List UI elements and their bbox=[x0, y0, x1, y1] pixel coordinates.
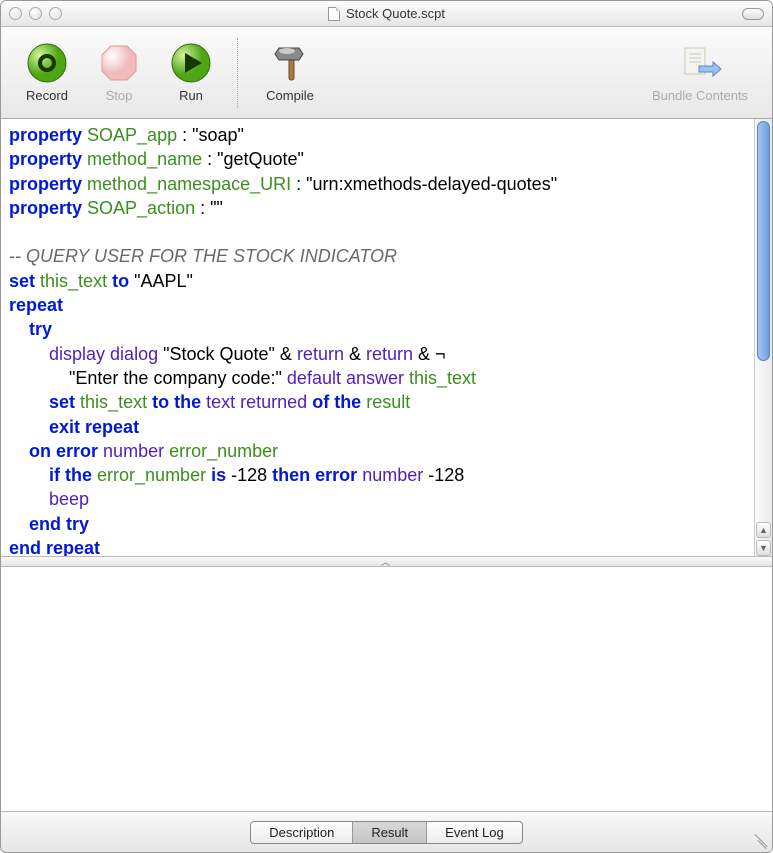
titlebar[interactable]: Stock Quote.scpt bbox=[1, 1, 772, 27]
tab-description[interactable]: Description bbox=[251, 822, 353, 843]
toolbar: Record Stop Run bbox=[1, 27, 772, 119]
scroll-up-button[interactable]: ▲ bbox=[756, 522, 771, 538]
vertical-scrollbar[interactable]: ▲ ▼ bbox=[754, 119, 772, 556]
toolbar-separator bbox=[237, 38, 238, 108]
close-button[interactable] bbox=[9, 7, 22, 20]
resize-handle[interactable] bbox=[754, 834, 768, 848]
run-icon bbox=[170, 42, 212, 84]
bundle-contents-button[interactable]: Bundle Contents bbox=[640, 42, 760, 103]
stop-button: Stop bbox=[85, 42, 153, 103]
compile-button[interactable]: Compile bbox=[250, 42, 330, 103]
stop-icon bbox=[98, 42, 140, 84]
scroll-down-button[interactable]: ▼ bbox=[756, 540, 771, 556]
record-button[interactable]: Record bbox=[13, 42, 81, 103]
run-label: Run bbox=[179, 88, 203, 103]
bottom-tabs: Description Result Event Log bbox=[250, 821, 522, 844]
minimize-button[interactable] bbox=[29, 7, 42, 20]
tab-result[interactable]: Result bbox=[353, 822, 427, 843]
record-label: Record bbox=[26, 88, 68, 103]
stop-label: Stop bbox=[106, 88, 133, 103]
toolbar-toggle-pill[interactable] bbox=[742, 8, 764, 20]
script-editor-window: Stock Quote.scpt Record Stop bbox=[0, 0, 773, 853]
content-area: property SOAP_app : "soap" property meth… bbox=[1, 119, 772, 852]
bottom-bar: Description Result Event Log bbox=[1, 812, 772, 852]
tab-event-log[interactable]: Event Log bbox=[427, 822, 522, 843]
document-icon bbox=[328, 7, 340, 21]
toolbar-run-group: Record Stop Run bbox=[13, 42, 225, 103]
scrollbar-thumb[interactable] bbox=[757, 121, 770, 361]
window-title: Stock Quote.scpt bbox=[346, 6, 445, 21]
hammer-icon bbox=[269, 42, 311, 84]
run-button[interactable]: Run bbox=[157, 42, 225, 103]
code-pane-wrap: property SOAP_app : "soap" property meth… bbox=[1, 119, 772, 557]
record-icon bbox=[26, 42, 68, 84]
pane-splitter[interactable]: ︿ bbox=[1, 557, 772, 567]
bundle-label: Bundle Contents bbox=[652, 88, 748, 103]
result-pane[interactable] bbox=[1, 567, 772, 812]
zoom-button[interactable] bbox=[49, 7, 62, 20]
traffic-lights bbox=[9, 7, 62, 20]
code-editor[interactable]: property SOAP_app : "soap" property meth… bbox=[1, 119, 754, 556]
bundle-icon bbox=[676, 42, 724, 84]
compile-label: Compile bbox=[266, 88, 314, 103]
window-title-wrap: Stock Quote.scpt bbox=[1, 6, 772, 21]
